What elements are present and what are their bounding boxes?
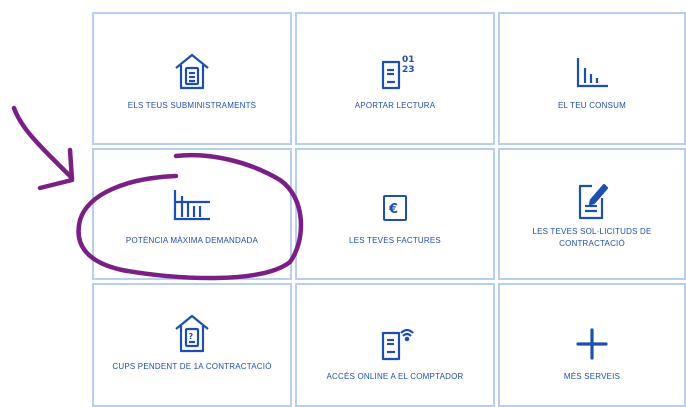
tile-label: ACCÉS ONLINE A EL COMPTADOR [326, 372, 464, 381]
tile-el-teu-consum[interactable]: EL TEU CONSUM [498, 12, 686, 145]
document-edit-icon [500, 180, 684, 222]
house-document-icon [94, 52, 290, 90]
tile-cups-pendent[interactable]: ? CUPS PENDENT DE 1A CONTRACTACIÓ [92, 283, 292, 407]
tile-aportar-lectura[interactable]: 01 23 APORTAR LECTURA [295, 12, 495, 145]
svg-text:?: ? [189, 332, 194, 341]
plus-icon [500, 327, 684, 361]
tile-label: ELS TEUS SUBMINISTRAMENTS [127, 101, 257, 110]
power-chart-icon [94, 188, 290, 222]
tile-les-teves-sollicituds[interactable]: LES TEVES SOL·LICITUDS DE CONTRACTACIÓ [498, 148, 686, 280]
tile-label: EL TEU CONSUM [558, 101, 626, 110]
meter-reading-icon: 01 23 [297, 52, 493, 92]
tile-label: LES TEVES FACTURES [349, 236, 441, 245]
tile-mes-serveis[interactable]: MÉS SERVEIS [498, 283, 686, 407]
tile-label: LES TEVES SOL·LICITUDS DE CONTRACTACIÓ [532, 227, 652, 248]
svg-text:01: 01 [402, 55, 415, 65]
tile-label: APORTAR LECTURA [354, 101, 436, 110]
euro-invoice-icon: € [297, 194, 493, 222]
tile-label: POTÈNCIA MÀXIMA DEMANDADA [125, 236, 259, 245]
tile-els-teus-subministraments[interactable]: ELS TEUS SUBMINISTRAMENTS [92, 12, 292, 145]
bar-chart-icon [500, 56, 684, 88]
tile-label: CUPS PENDENT DE 1A CONTRACTACIÓ [112, 362, 272, 371]
annotation-arrow-shaft [11, 105, 75, 181]
tile-les-teves-factures[interactable]: € LES TEVES FACTURES [295, 148, 495, 280]
house-question-icon: ? [94, 313, 290, 353]
svg-text:23: 23 [402, 65, 415, 75]
online-meter-icon [297, 323, 493, 361]
svg-text:€: € [388, 202, 398, 217]
tile-label: MÉS SERVEIS [563, 372, 621, 381]
annotation-arrow-head [37, 147, 75, 191]
tile-acces-online-comptador[interactable]: ACCÉS ONLINE A EL COMPTADOR [295, 283, 495, 407]
tile-potencia-maxima-demandada[interactable]: POTÈNCIA MÀXIMA DEMANDADA [92, 148, 292, 280]
